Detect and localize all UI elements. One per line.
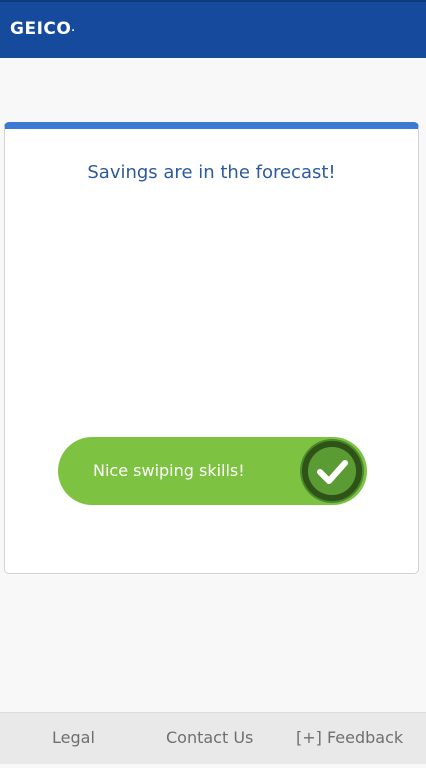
card-title: Savings are in the forecast!: [87, 162, 336, 183]
swipe-knob[interactable]: [298, 437, 366, 505]
logo-dot: .: [71, 24, 76, 34]
swipe-confirm-control[interactable]: Nice swiping skills!: [58, 437, 367, 505]
swipe-label: Nice swiping skills!: [93, 461, 245, 480]
footer-contact-link[interactable]: Contact Us: [166, 713, 253, 763]
footer-legal-link[interactable]: Legal: [52, 713, 95, 763]
footer-feedback-link[interactable]: [+] Feedback: [296, 713, 403, 763]
checkmark-icon: [300, 439, 364, 503]
logo-text: GEICO: [10, 19, 72, 39]
content-card: Savings are in the forecast! Nice swipin…: [4, 122, 419, 574]
geico-logo[interactable]: GEICO.: [10, 18, 75, 40]
app-header: GEICO.: [0, 0, 426, 58]
footer: Legal Contact Us [+] Feedback: [0, 712, 426, 764]
